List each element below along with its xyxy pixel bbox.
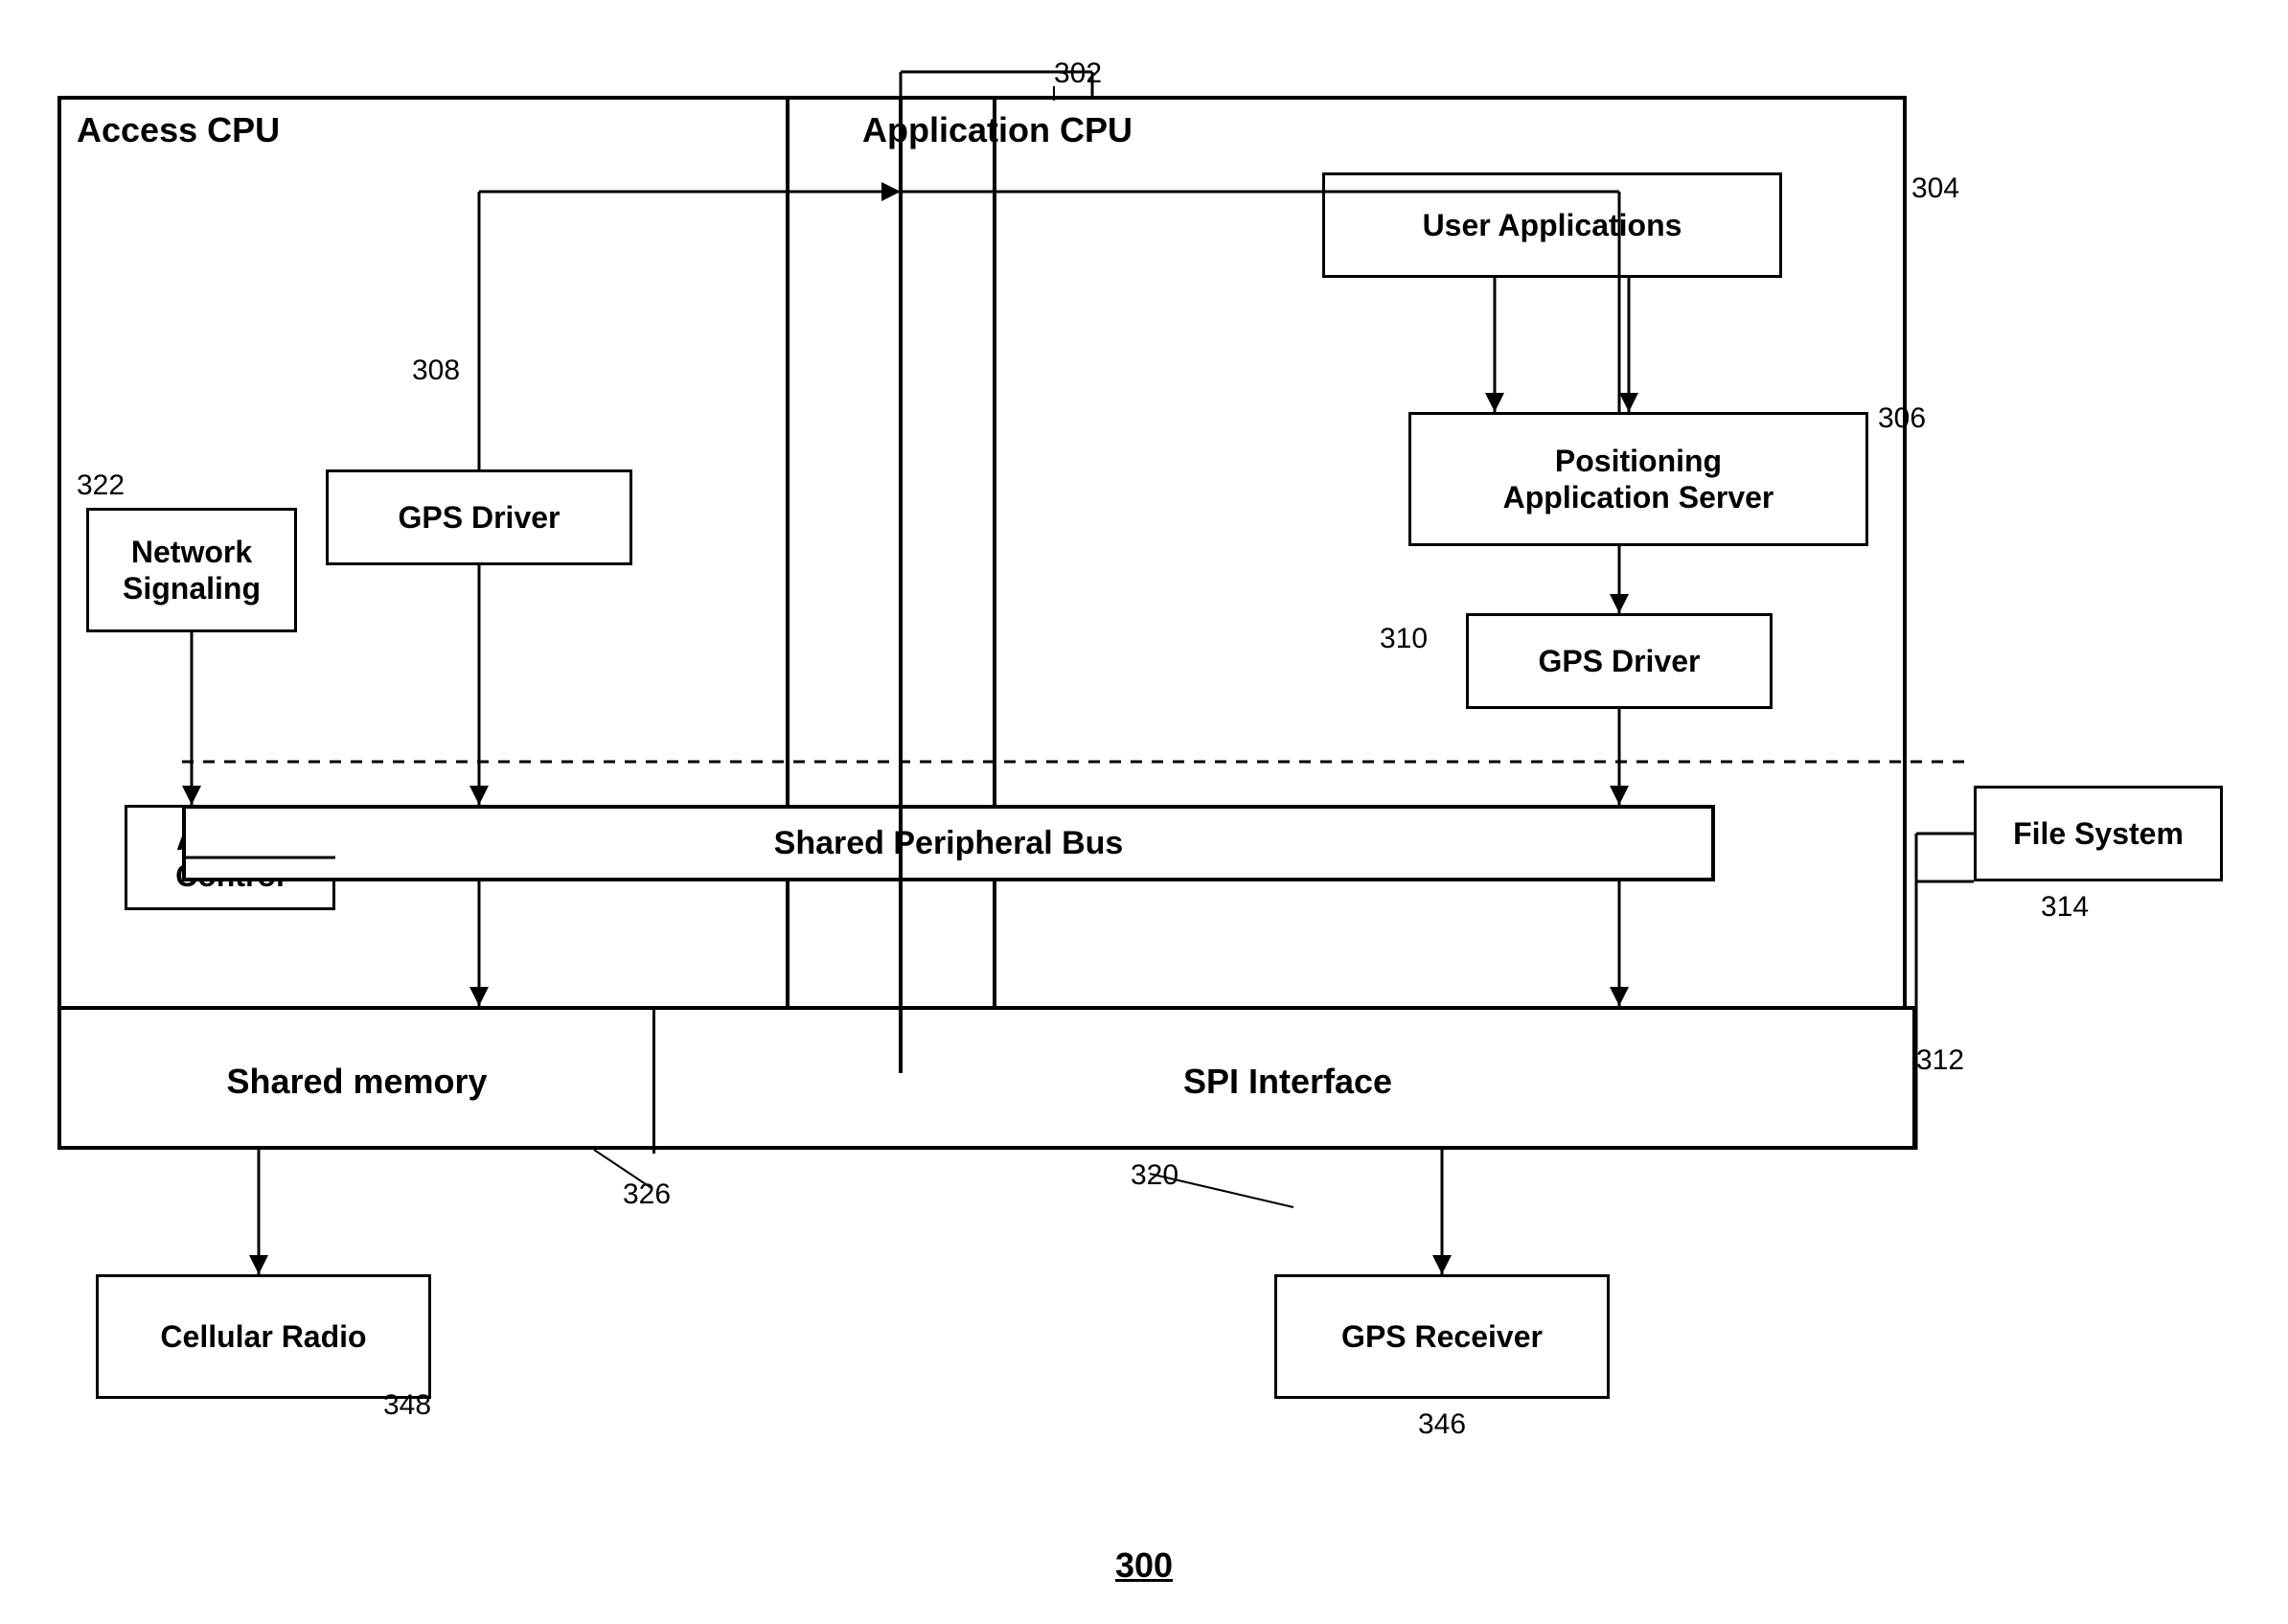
network-signaling-box: Network Signaling	[86, 508, 297, 632]
gps-receiver-box: GPS Receiver	[1274, 1274, 1610, 1399]
figure-number: 300	[1115, 1545, 1173, 1586]
ref-304: 304	[1911, 172, 1959, 205]
ref-310: 310	[1380, 623, 1428, 655]
ref-348: 348	[383, 1389, 431, 1422]
network-signaling-label: Network Signaling	[123, 534, 261, 607]
ref-314: 314	[2041, 891, 2089, 924]
gps-driver-right-label: GPS Driver	[1539, 643, 1701, 679]
gps-receiver-label: GPS Receiver	[1341, 1318, 1543, 1355]
shared-memory-label: Shared memory	[226, 1062, 487, 1102]
file-system-box: File System	[1974, 786, 2223, 881]
positioning-app-server-label: Positioning Application Server	[1503, 443, 1774, 516]
gps-driver-left-label: GPS Driver	[399, 499, 561, 536]
bottom-combined-box: Shared memory SPI Interface	[57, 1006, 1916, 1150]
gps-driver-right-box: GPS Driver	[1466, 613, 1773, 709]
ref-306: 306	[1878, 402, 1926, 435]
diagram: Access CPU Application CPU 302 304 User …	[0, 0, 2288, 1624]
ref-302: 302	[1054, 57, 1102, 90]
ref-312: 312	[1916, 1044, 1964, 1077]
ref-346: 346	[1418, 1408, 1466, 1441]
ref-308: 308	[412, 355, 460, 387]
cellular-radio-box: Cellular Radio	[96, 1274, 431, 1399]
ref-320: 320	[1131, 1159, 1178, 1192]
shared-peripheral-bus: Shared Peripheral Bus	[182, 805, 1715, 881]
positioning-app-server-box: Positioning Application Server	[1408, 412, 1868, 546]
app-cpu-label: Application CPU	[862, 110, 1133, 150]
spi-interface-section: SPI Interface	[655, 1010, 1920, 1154]
file-system-label: File System	[2013, 815, 2184, 852]
user-applications-label: User Applications	[1423, 207, 1682, 243]
user-applications-box: User Applications	[1322, 172, 1782, 278]
spi-interface-label: SPI Interface	[1183, 1062, 1392, 1102]
gps-driver-left-box: GPS Driver	[326, 469, 632, 565]
access-cpu-label: Access CPU	[77, 110, 280, 150]
ref-322: 322	[77, 469, 125, 502]
shared-memory-section: Shared memory	[61, 1010, 655, 1154]
cellular-radio-label: Cellular Radio	[160, 1318, 366, 1355]
shared-peripheral-bus-label: Shared Peripheral Bus	[774, 825, 1124, 862]
ref-326: 326	[623, 1178, 671, 1211]
